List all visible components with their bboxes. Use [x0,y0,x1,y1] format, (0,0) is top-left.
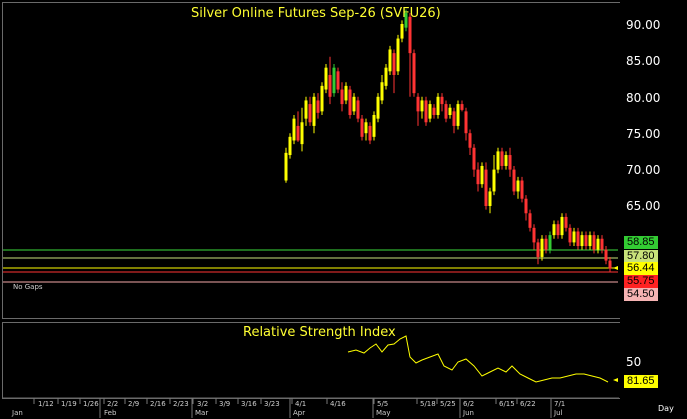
candle-body [452,111,456,126]
candle-body [584,235,588,247]
candle-body [320,85,324,112]
candle-body [588,235,592,247]
candle-body [388,49,392,72]
candle-body [332,67,336,94]
candle-body [344,85,348,101]
candle-body [520,180,524,199]
candle-body [360,118,364,137]
candle-body [556,224,560,236]
candle-body [480,165,484,185]
candle-body [492,169,496,192]
candle-body [516,180,520,192]
candle-body [540,238,544,257]
candle-body [484,169,488,206]
candle-body [384,67,388,86]
candle-body [328,74,332,97]
candle-body [288,136,292,156]
candle-body [464,111,468,134]
candle-body [608,260,612,269]
candle-body [440,96,444,105]
candle-body [316,100,320,113]
price-arrow-icon [613,266,618,270]
candle-body [340,89,344,105]
candle-body [500,151,504,166]
candle-body [468,133,472,148]
candle-body [456,104,460,126]
candle-body [496,151,500,170]
candle-body [580,235,584,247]
candle-body [476,169,480,185]
candle-body [416,96,420,112]
candle-body [436,96,440,115]
candle-body [428,104,432,119]
candle-body [532,227,536,243]
candle-body [392,53,396,75]
candle-body [488,191,492,206]
candle-body [444,104,448,119]
candle-body [448,107,452,115]
candle-body [304,100,308,119]
candle-body [472,147,476,170]
candle-body [364,122,368,134]
candle-body [528,213,532,228]
candle-body [292,118,296,141]
candle-body [572,231,576,243]
candle-body [564,216,568,228]
candle-body [592,235,596,250]
candle-body [600,238,604,250]
candle-body [308,104,312,123]
candle-body [552,224,556,236]
candle-body [508,155,512,170]
candle-body [368,125,372,141]
candle-body [524,198,528,214]
candle-body [424,100,428,123]
candle-body [408,16,412,54]
candle-body [512,169,516,192]
candle-body [356,100,360,119]
rsi-arrow-icon [613,378,618,382]
candle-body [504,155,508,166]
candle-body [412,53,416,94]
candle-body [460,104,464,110]
candle-body [352,96,356,112]
candle-body [560,216,564,236]
candle-body [432,107,436,115]
candle-body [400,24,404,39]
candle-body [296,125,300,141]
candle-body [284,152,288,181]
candle-body [604,249,608,261]
rsi-line [347,335,609,383]
candle-body [348,89,352,115]
candle-body [536,242,540,257]
chart-window: Silver Online Futures Sep-26 (SVFU26) No… [0,0,687,419]
candle-body [324,67,328,90]
candle-body [376,96,380,119]
candle-body [404,13,408,28]
candle-body [596,238,600,250]
candle-body [380,82,384,101]
candle-body [300,122,304,145]
chart-canvas [2,9,619,418]
candle-body [420,100,424,112]
candle-body [548,235,552,250]
candle-body [544,238,548,250]
candle-body [396,38,400,72]
candle-body [372,115,376,137]
candle-body [312,96,316,126]
candle-body [568,227,572,243]
candle-body [336,71,340,90]
candle-body [576,231,580,247]
